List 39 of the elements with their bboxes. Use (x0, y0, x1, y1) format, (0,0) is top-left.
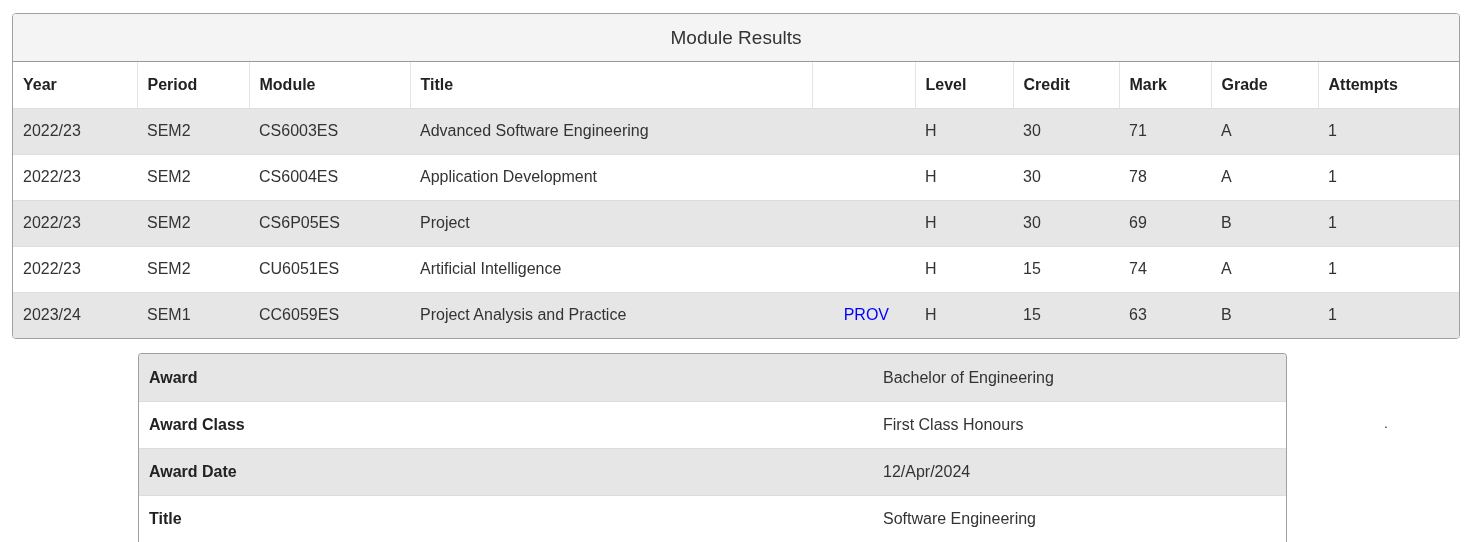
table-cell: Advanced Software Engineering (410, 108, 812, 154)
table-cell: Project (410, 200, 812, 246)
table-cell: B (1211, 200, 1318, 246)
table-cell: 30 (1013, 200, 1119, 246)
award-label: Title (148, 510, 183, 528)
table-cell: B (1211, 292, 1318, 338)
table-cell: A (1211, 108, 1318, 154)
table-cell: CC6059ES (249, 292, 410, 338)
table-cell: 1 (1318, 108, 1459, 154)
table-cell: SEM2 (137, 200, 249, 246)
award-label: Award (148, 368, 199, 387)
award-label: Award Class (148, 416, 246, 434)
table-cell: 2022/23 (13, 200, 137, 246)
table-cell: CS6P05ES (249, 200, 410, 246)
table-cell: H (915, 200, 1013, 246)
award-value: Bachelor of Engineering (882, 368, 1054, 387)
table-cell: H (915, 108, 1013, 154)
panel-title: Module Results (670, 26, 802, 49)
table-cell: 71 (1119, 108, 1211, 154)
dot-mark: . (1384, 415, 1388, 431)
award-label: Award Date (148, 463, 238, 481)
table-cell: SEM1 (137, 292, 249, 338)
status-text: PROV (843, 306, 889, 324)
award-value: First Class Honours (882, 416, 1024, 434)
award-value: 12/Apr/2024 (882, 463, 971, 481)
table-cell: 1 (1318, 200, 1459, 246)
table-cell: 69 (1119, 200, 1211, 246)
table-cell: SEM2 (137, 108, 249, 154)
table-cell: CS6003ES (249, 108, 410, 154)
table-cell: 30 (1013, 108, 1119, 154)
table-cell: 2023/24 (13, 292, 137, 338)
table-cell: H (915, 292, 1013, 338)
table-cell: 1 (1318, 292, 1459, 338)
table-cell: 2022/23 (13, 108, 137, 154)
table-cell: Project Analysis and Practice (410, 292, 812, 338)
table-cell: 15 (1013, 292, 1119, 338)
column-header: Year (13, 62, 137, 108)
table-cell: 63 (1119, 292, 1211, 338)
award-value: Software Engineering (882, 510, 1036, 528)
